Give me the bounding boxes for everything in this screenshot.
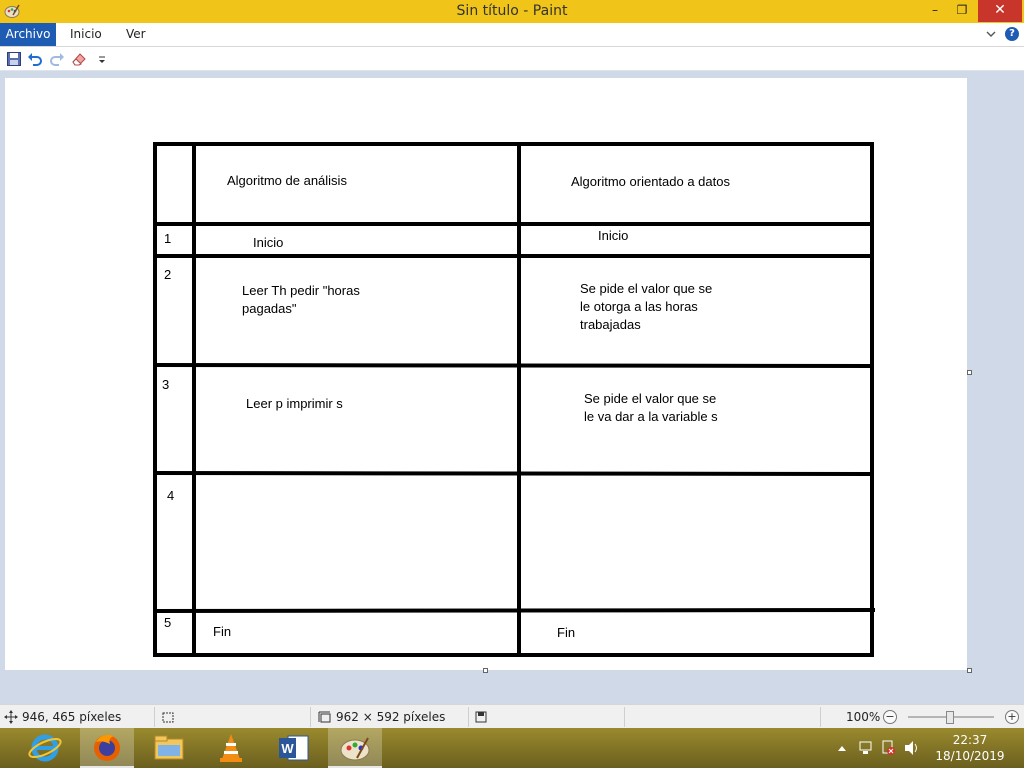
file-explorer-icon <box>154 735 184 760</box>
paint-icon <box>340 737 370 761</box>
tab-ver[interactable]: Ver <box>118 23 154 46</box>
volume-icon[interactable] <box>903 728 921 768</box>
tab-archivo[interactable]: Archivo <box>0 23 56 46</box>
selection-size-icon <box>162 712 174 723</box>
status-divider <box>468 707 469 727</box>
row-number: 5 <box>164 615 172 630</box>
taskbar-firefox[interactable] <box>80 728 134 768</box>
close-button[interactable]: ✕ <box>978 0 1022 22</box>
taskbar-file-explorer[interactable] <box>142 728 196 768</box>
tab-inicio[interactable]: Inicio <box>62 23 110 46</box>
title-bar: Sin título - Paint – ❐ ✕ <box>0 0 1024 23</box>
quick-access-toolbar <box>0 47 1024 71</box>
cell-row5-col2: Fin <box>557 625 576 640</box>
drawing-canvas[interactable]: Algoritmo de análisis Algoritmo orientad… <box>5 78 967 670</box>
zoom-level: 100% <box>846 710 881 724</box>
clock-time: 22:37 <box>952 733 988 747</box>
status-divider <box>154 707 155 727</box>
undo-icon[interactable] <box>27 51 43 67</box>
taskbar: W 22:37 18/10/2019 <box>0 728 1024 768</box>
firefox-icon <box>94 734 120 761</box>
vlc-icon <box>220 734 242 762</box>
cell-row3-col1: Leer p imprimir s <box>246 396 343 411</box>
cell-row5-col1: Fin <box>213 624 232 639</box>
clock-date: 18/10/2019 <box>935 749 1005 763</box>
header-col2: Algoritmo orientado a datos <box>571 174 730 189</box>
row-number: 3 <box>162 377 170 392</box>
window-title: Sin título - Paint <box>456 3 568 19</box>
file-size-icon <box>475 711 487 723</box>
action-center-icon[interactable] <box>880 728 896 768</box>
status-bar: 946, 465 píxeles 962 × 592 píxeles 100% … <box>0 704 1024 728</box>
chevron-down-icon[interactable] <box>984 26 998 42</box>
zoom-out-button[interactable]: − <box>883 710 897 724</box>
zoom-slider-thumb[interactable] <box>946 711 954 724</box>
word-icon: W <box>279 735 309 761</box>
cell-row3-col2: Se pide el valor que se le va dar a la v… <box>584 391 718 424</box>
zoom-in-button[interactable]: + <box>1005 710 1019 724</box>
cell-row2-col1: Leer Th pedir "horas pagadas" <box>242 283 360 316</box>
save-icon[interactable] <box>6 51 22 67</box>
canvas-size-icon <box>318 711 331 723</box>
resize-handle-corner[interactable] <box>967 668 972 673</box>
row-number: 2 <box>164 267 172 282</box>
taskbar-word[interactable]: W <box>266 728 320 768</box>
cell-row2-col2: Se pide el valor que se le otorga a las … <box>580 281 713 332</box>
status-divider <box>624 707 625 727</box>
row-divider-4 <box>154 608 876 613</box>
network-icon[interactable] <box>858 728 874 768</box>
help-button[interactable]: ? <box>1005 27 1019 41</box>
header-col1: Algoritmo de análisis <box>227 173 347 188</box>
ribbon-tabs: Archivo Inicio Ver ? <box>0 23 1024 47</box>
canvas-size: 962 × 592 píxeles <box>336 710 446 724</box>
taskbar-vlc[interactable] <box>204 728 258 768</box>
status-divider <box>310 707 311 727</box>
table-drawing <box>152 142 876 657</box>
cursor-position-icon <box>4 710 18 724</box>
row-divider-2 <box>152 363 873 368</box>
taskbar-paint[interactable] <box>328 728 382 768</box>
minimize-button[interactable]: – <box>920 0 950 22</box>
resize-handle-right[interactable] <box>967 370 972 375</box>
maximize-button[interactable]: ❐ <box>947 0 977 22</box>
internet-explorer-icon <box>28 734 62 762</box>
row-divider-3 <box>152 471 873 476</box>
cursor-position: 946, 465 píxeles <box>22 710 122 724</box>
customize-dropdown-icon[interactable] <box>94 51 110 67</box>
eraser-icon[interactable] <box>71 51 87 67</box>
cell-row1-col2: Inicio <box>598 228 629 243</box>
row-number: 1 <box>164 231 172 246</box>
system-clock[interactable]: 22:37 18/10/2019 <box>930 732 1010 764</box>
row-number: 4 <box>167 488 175 503</box>
status-divider <box>820 707 821 727</box>
cell-row1-col1: Inicio <box>253 235 284 250</box>
show-hidden-icons-icon[interactable] <box>836 728 848 768</box>
canvas-workspace: Algoritmo de análisis Algoritmo orientad… <box>0 72 1024 704</box>
svg-text:W: W <box>281 741 294 756</box>
resize-handle-bottom[interactable] <box>483 668 488 673</box>
redo-icon[interactable] <box>49 51 65 67</box>
taskbar-internet-explorer[interactable] <box>18 728 72 768</box>
